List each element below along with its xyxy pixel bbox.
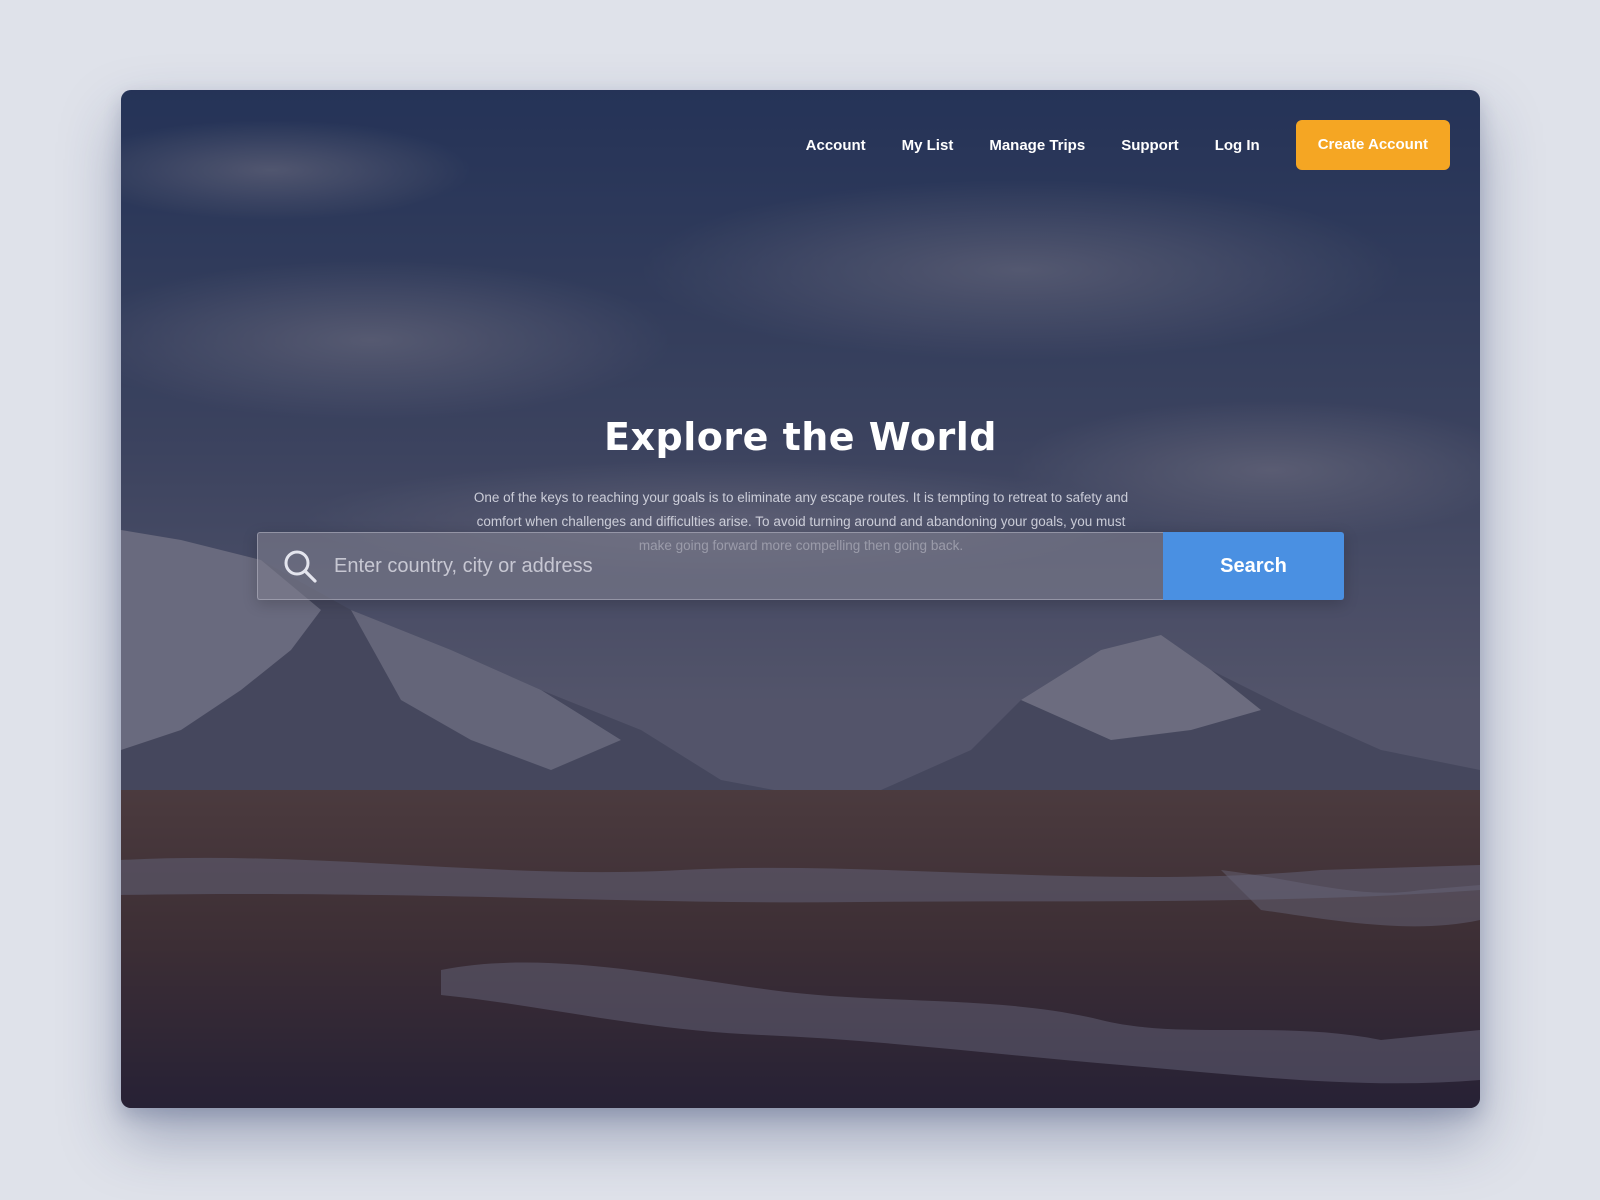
- nav-link-account[interactable]: Account: [806, 137, 866, 154]
- hero-title: Explore the World: [604, 415, 997, 459]
- hero-section: Account My List Manage Trips Support Log…: [121, 90, 1480, 1108]
- create-account-button[interactable]: Create Account: [1295, 120, 1450, 170]
- search-icon: [284, 550, 317, 583]
- top-navigation: Account My List Manage Trips Support Log…: [806, 120, 1450, 170]
- search-input[interactable]: [332, 532, 1163, 600]
- nav-link-my-list[interactable]: My List: [902, 137, 954, 154]
- nav-link-manage-trips[interactable]: Manage Trips: [989, 137, 1085, 154]
- nav-link-log-in[interactable]: Log In: [1215, 137, 1260, 154]
- search-field[interactable]: [257, 532, 1163, 600]
- search-bar: Search: [257, 532, 1344, 600]
- nav-link-support[interactable]: Support: [1121, 137, 1179, 154]
- search-button[interactable]: Search: [1163, 532, 1344, 600]
